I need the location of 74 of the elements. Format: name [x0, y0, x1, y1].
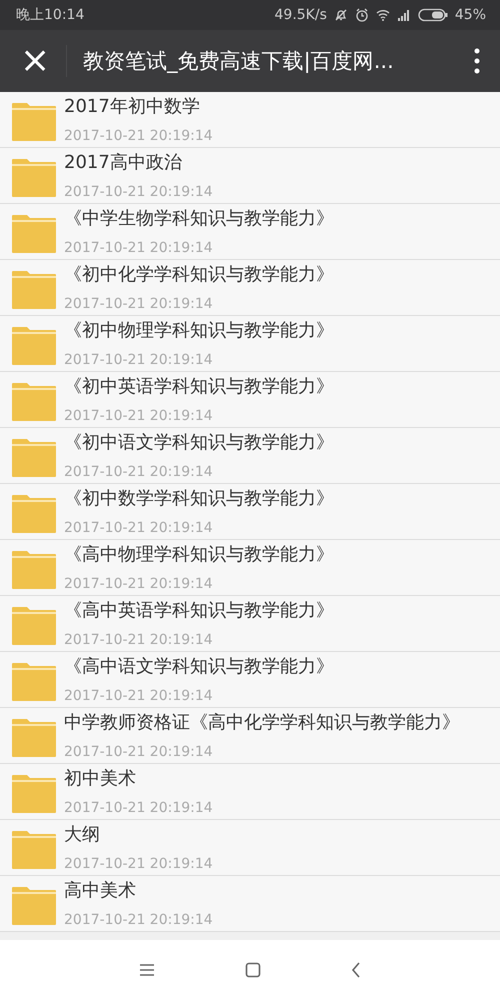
- folder-name: 《初中物理学科知识与教学能力》: [64, 318, 334, 342]
- folder-row[interactable]: 《初中化学学科知识与教学能力》 2017-10-21 20:19:14: [0, 260, 500, 316]
- muted-bell-icon: [334, 8, 348, 22]
- modified-date: 2017-10-21 20:19:14: [64, 742, 214, 760]
- folder-name: 《高中语文学科知识与教学能力》: [64, 654, 334, 678]
- modified-date: 2017-10-21 20:19:14: [64, 854, 213, 872]
- folder-name: 《初中数学学科知识与教学能力》: [64, 486, 334, 510]
- folder-row[interactable]: 《中学生物学科知识与教学能力》 2017-10-21 20:19:14: [0, 204, 500, 260]
- folder-icon: [12, 102, 56, 140]
- folder-icon: [12, 662, 56, 700]
- folder-row[interactable]: 高中美术 2017-10-21 20:19:14: [0, 876, 500, 932]
- folder-row[interactable]: 《初中物理学科知识与教学能力》 2017-10-21 20:19:14: [0, 316, 500, 372]
- folder-row[interactable]: 中学教师资格证《高中化学学科知识与教学能力》 2017-10-21 20:19:14: [0, 708, 500, 764]
- close-button[interactable]: ×: [10, 43, 60, 79]
- modified-date: 2017-10-21 20:19:14: [64, 462, 214, 480]
- folder-row[interactable]: 《初中语文学科知识与教学能力》 2017-10-21 20:19:14: [0, 428, 500, 484]
- modified-date: 2017-10-21 20:19:14: [64, 910, 213, 928]
- folder-icon: [12, 550, 56, 588]
- folder-row[interactable]: 大纲 2017-10-21 20:19:14: [0, 820, 500, 876]
- folder-icon: [12, 606, 56, 644]
- modified-date: 2017-10-21 20:19:14: [64, 630, 214, 648]
- modified-date: 2017-10-21 20:19:14: [64, 686, 214, 704]
- modified-date: 2017-10-21 20:19:14: [64, 518, 214, 536]
- folder-icon: [12, 830, 56, 868]
- home-icon[interactable]: [245, 962, 261, 978]
- folder-icon: [12, 326, 56, 364]
- folder-icon: [12, 774, 56, 812]
- folder-row[interactable]: 初中美术 2017-10-21 20:19:14: [0, 764, 500, 820]
- folder-icon: [12, 214, 56, 252]
- folder-name: 初中美术: [64, 766, 137, 790]
- more-options-icon[interactable]: [474, 48, 480, 74]
- alarm-icon: [354, 8, 369, 22]
- folder-name: 《高中物理学科知识与教学能力》: [64, 542, 334, 566]
- folder-row[interactable]: 《高中物理学科知识与教学能力》 2017-10-21 20:19:14: [0, 540, 500, 596]
- folder-row[interactable]: 2017高中政治 2017-10-21 20:19:14: [0, 148, 500, 204]
- clock-time: 晚上10:14: [16, 6, 84, 24]
- modified-date: 2017-10-21 20:19:14: [64, 406, 214, 424]
- folder-name: 大纲: [64, 822, 101, 846]
- folder-row[interactable]: 《高中英语学科知识与教学能力》 2017-10-21 20:19:14: [0, 596, 500, 652]
- modified-date: 2017-10-21 20:19:14: [64, 294, 214, 312]
- modified-date: 2017-10-21 20:19:14: [64, 126, 213, 144]
- folder-icon: [12, 718, 56, 756]
- modified-date: 2017-10-21 20:19:14: [64, 350, 214, 368]
- page-title: 教资笔试_免费高速下载|百度网...: [83, 48, 395, 75]
- folder-icon: [12, 382, 56, 420]
- folder-row[interactable]: 2017年初中数学 2017-10-21 20:19:14: [0, 92, 500, 148]
- modified-date: 2017-10-21 20:19:14: [64, 182, 213, 200]
- folder-icon: [12, 438, 56, 476]
- folder-icon: [12, 886, 56, 924]
- modified-date: 2017-10-21 20:19:14: [64, 238, 214, 256]
- folder-name: 中学教师资格证《高中化学学科知识与教学能力》: [64, 710, 460, 734]
- folder-icon: [12, 270, 56, 308]
- folder-icon: [12, 494, 56, 532]
- menu-icon[interactable]: [139, 963, 155, 977]
- folder-name: 2017高中政治: [64, 150, 183, 174]
- folder-name: 《初中英语学科知识与教学能力》: [64, 374, 334, 398]
- battery-level: 45%: [454, 7, 486, 23]
- signal-icon: [396, 9, 411, 21]
- folder-name: 《初中化学学科知识与教学能力》: [64, 262, 334, 286]
- folder-name: 2017年初中数学: [64, 94, 201, 118]
- folder-row[interactable]: 《初中英语学科知识与教学能力》 2017-10-21 20:19:14: [0, 372, 500, 428]
- modified-date: 2017-10-21 20:19:14: [64, 574, 214, 592]
- folder-name: 《初中语文学科知识与教学能力》: [64, 430, 334, 454]
- folder-name: 高中美术: [64, 878, 137, 902]
- folder-name: 《中学生物学科知识与教学能力》: [64, 206, 334, 230]
- folder-icon: [12, 158, 56, 196]
- network-speed: 49.5K/s: [274, 7, 327, 23]
- folder-row[interactable]: 《高中语文学科知识与教学能力》 2017-10-21 20:19:14: [0, 652, 500, 708]
- modified-date: 2017-10-21 20:19:14: [64, 798, 213, 816]
- battery-icon: [418, 8, 448, 22]
- wifi-icon: [376, 9, 390, 21]
- folder-row[interactable]: 《初中数学学科知识与教学能力》 2017-10-21 20:19:14: [0, 484, 500, 540]
- back-icon[interactable]: [351, 962, 361, 978]
- folder-name: 《高中英语学科知识与教学能力》: [64, 598, 334, 622]
